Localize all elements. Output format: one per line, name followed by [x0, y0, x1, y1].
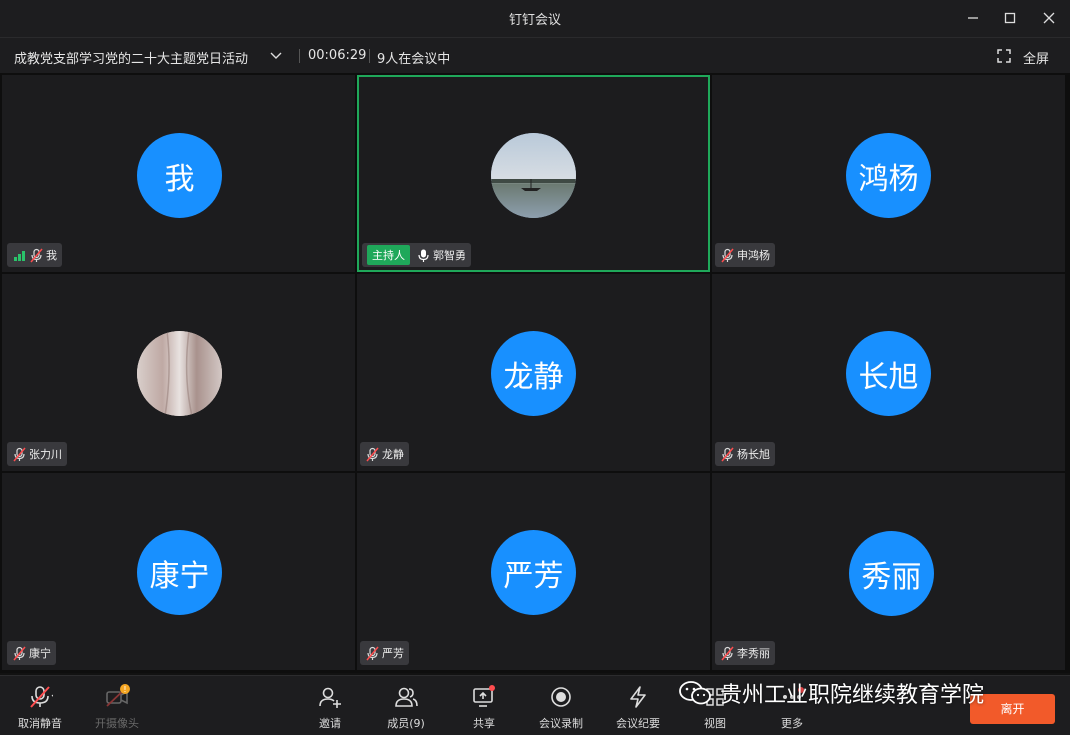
- maximize-button[interactable]: [1000, 8, 1020, 28]
- avatar: 长旭: [846, 331, 931, 416]
- participant-label: 杨长旭: [715, 442, 775, 466]
- mic-muted-icon: [30, 686, 53, 708]
- participant-label: 张力川: [7, 442, 67, 466]
- avatar: 严芳: [491, 530, 576, 615]
- chevron-down-icon[interactable]: [268, 48, 284, 64]
- marble-photo-image: [137, 331, 222, 416]
- fullscreen-button[interactable]: 全屏: [1023, 48, 1049, 67]
- participant-tile-active-speaker[interactable]: 主持人 郭智勇: [357, 75, 710, 272]
- participant-label: 主持人 郭智勇: [362, 243, 471, 267]
- mic-muted-icon: [13, 646, 26, 660]
- maximize-icon: [1004, 12, 1016, 24]
- view-label: 视图: [704, 717, 726, 730]
- participant-tile[interactable]: 我 我: [2, 75, 355, 272]
- participant-name: 杨长旭: [737, 448, 770, 461]
- participant-tile[interactable]: 严芳 严芳: [357, 473, 710, 670]
- unmute-label: 取消静音: [18, 717, 62, 730]
- record-icon: [551, 687, 571, 707]
- signal-strength-icon: [14, 250, 25, 261]
- close-button[interactable]: [1039, 8, 1059, 28]
- watermark-text: 贵州工业职院继续教育学院: [720, 683, 985, 708]
- participant-name: 龙静: [382, 448, 404, 461]
- add-user-icon: [319, 687, 341, 708]
- lightning-icon: [630, 686, 646, 708]
- minutes-button[interactable]: 会议纪要: [598, 684, 678, 731]
- participant-label: 李秀丽: [715, 641, 775, 665]
- close-icon: [1043, 12, 1055, 24]
- mic-muted-icon: [30, 248, 43, 262]
- divider: [299, 49, 300, 63]
- members-icon: [395, 687, 418, 707]
- fullscreen-icon[interactable]: [997, 49, 1011, 63]
- invite-button[interactable]: 邀请: [290, 684, 370, 731]
- participant-name: 严芳: [382, 647, 404, 660]
- camera-off-icon: !: [106, 684, 130, 707]
- camera-button[interactable]: ! 开摄像头: [77, 684, 157, 731]
- participant-name: 张力川: [29, 448, 62, 461]
- divider: [369, 49, 370, 63]
- invite-label: 邀请: [319, 717, 341, 730]
- mic-muted-icon: [366, 646, 379, 660]
- avatar: 秀丽: [849, 531, 934, 616]
- avatar-photo: [137, 331, 222, 416]
- camera-label: 开摄像头: [95, 717, 139, 730]
- avatar: 我: [137, 133, 222, 218]
- participant-label: 严芳: [360, 641, 409, 665]
- participant-name: 李秀丽: [737, 647, 770, 660]
- members-button[interactable]: 成员(9): [366, 684, 446, 731]
- more-label: 更多: [781, 717, 803, 730]
- participant-label: 申鸿杨: [715, 243, 775, 267]
- unmute-button[interactable]: 取消静音: [0, 684, 80, 731]
- members-label: 成员(9): [387, 717, 425, 730]
- participant-tile[interactable]: 康宁 康宁: [2, 473, 355, 670]
- participant-tile[interactable]: 龙静 龙静: [357, 274, 710, 471]
- participant-tile[interactable]: 鸿杨 申鸿杨: [712, 75, 1065, 272]
- participant-name: 康宁: [29, 647, 51, 660]
- mic-muted-icon: [721, 447, 734, 461]
- meeting-title[interactable]: 成教党支部学习党的二十大主题党日活动: [14, 48, 248, 67]
- avatar: 鸿杨: [846, 133, 931, 218]
- avatar: 龙静: [491, 331, 576, 416]
- mic-muted-icon: [13, 447, 26, 461]
- mic-muted-icon: [721, 646, 734, 660]
- host-badge: 主持人: [367, 245, 410, 265]
- lake-photo-image: [491, 133, 576, 218]
- participant-label: 康宁: [7, 641, 56, 665]
- meeting-timer: 00:06:29: [308, 48, 367, 63]
- mic-on-icon: [418, 249, 429, 262]
- minutes-label: 会议纪要: [616, 717, 660, 730]
- title-bar: 钉钉会议: [0, 0, 1070, 37]
- participant-name: 郭智勇: [433, 249, 466, 262]
- avatar: 康宁: [137, 530, 222, 615]
- participant-tile[interactable]: 长旭 杨长旭: [712, 274, 1065, 471]
- participant-count: 9人在会议中: [377, 52, 451, 67]
- participant-name: 申鸿杨: [737, 249, 770, 262]
- screen-share-icon: [473, 685, 495, 707]
- video-grid: 我 我 主持人 郭智勇 鸿杨 申鸿杨 张力川 龙静 龙静 长旭 杨长旭 康宁 康…: [0, 73, 1070, 673]
- participant-tile[interactable]: 张力川: [2, 274, 355, 471]
- mic-muted-icon: [721, 248, 734, 262]
- share-label: 共享: [473, 717, 495, 730]
- mic-muted-icon: [366, 447, 379, 461]
- record-label: 会议录制: [539, 717, 583, 730]
- participant-tile[interactable]: 秀丽 李秀丽: [712, 473, 1065, 670]
- notification-dot-icon: [489, 685, 495, 691]
- window-title: 钉钉会议: [508, 13, 561, 28]
- watermark: 贵州工业职院继续教育学院: [678, 677, 984, 709]
- share-button[interactable]: 共享: [444, 684, 524, 731]
- participant-label: 龙静: [360, 442, 409, 466]
- avatar-photo: [491, 133, 576, 218]
- svg-text:!: !: [123, 685, 126, 694]
- wechat-logo-icon: [679, 681, 711, 705]
- minimize-button[interactable]: [963, 8, 983, 28]
- record-button[interactable]: 会议录制: [521, 684, 601, 731]
- participant-name: 我: [46, 249, 57, 262]
- minimize-icon: [968, 17, 978, 19]
- participant-label: 我: [7, 243, 62, 267]
- meeting-info-bar: 成教党支部学习党的二十大主题党日活动 00:06:29 9人在会议中 全屏: [0, 37, 1070, 73]
